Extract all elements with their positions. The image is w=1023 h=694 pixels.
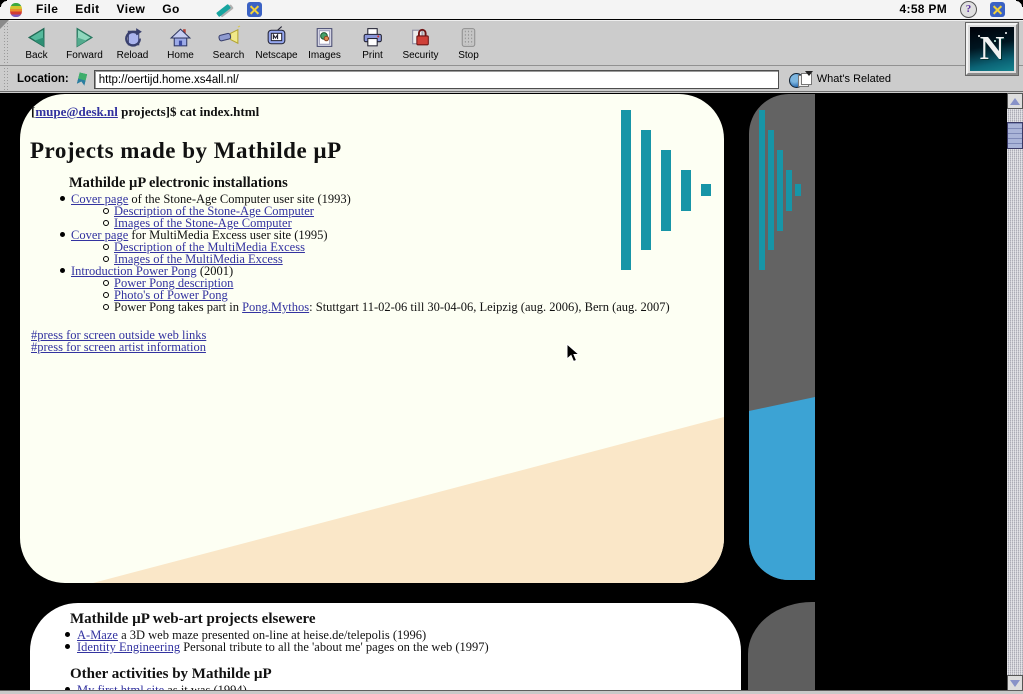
screen: File Edit View Go 4:58 PM ? Back <box>0 0 1023 694</box>
stop-icon <box>455 25 482 50</box>
search-icon <box>215 25 242 50</box>
back-button[interactable]: Back <box>14 21 59 65</box>
scroll-down-button[interactable] <box>1007 675 1023 691</box>
forward-button[interactable]: Forward <box>62 21 107 65</box>
equalizer-bar <box>795 184 801 196</box>
stop-button[interactable]: Stop <box>446 21 491 65</box>
back-label: Back <box>25 51 47 61</box>
artist-information-link[interactable]: #press for screen artist information <box>31 341 724 353</box>
netscape-logo-button[interactable]: N <box>966 23 1018 75</box>
reload-icon <box>119 25 146 50</box>
my-netscape-icon <box>263 25 290 50</box>
security-icon <box>407 25 434 50</box>
menu-go[interactable]: Go <box>162 0 179 19</box>
vertical-scrollbar[interactable] <box>1006 93 1023 691</box>
menu-edit[interactable]: Edit <box>75 0 99 19</box>
section-title-installations: Mathilde µP electronic installations <box>69 176 724 191</box>
page-title: Projects made by Mathilde µP <box>30 139 724 163</box>
security-label: Security <box>402 51 438 61</box>
equalizer-bar <box>759 110 765 270</box>
screen-corner <box>0 0 7 7</box>
app-star-icon[interactable] <box>247 2 262 17</box>
identity-engineering-link[interactable]: Identity Engineering <box>77 640 180 654</box>
toolbar-collapse-tab[interactable] <box>0 20 9 29</box>
equalizer-bar <box>786 170 792 211</box>
menu-view[interactable]: View <box>117 0 146 19</box>
images-label: Images <box>308 51 341 61</box>
terminal-line: [mupe@desk.nl projects]$ cat index.html <box>31 105 724 119</box>
equalizer-bar <box>777 150 783 231</box>
print-button[interactable]: Print <box>350 21 395 65</box>
application-menu-icon[interactable] <box>990 2 1005 17</box>
footer-links: #press for screen outside web links #pre… <box>31 329 724 353</box>
list-item: Power Pong takes part in Pong.Mythos: St… <box>20 301 724 313</box>
home-button[interactable]: Home <box>158 21 203 65</box>
print-icon <box>359 25 386 50</box>
security-button[interactable]: Security <box>398 21 443 65</box>
page-content: [mupe@desk.nl projects]$ cat index.html … <box>0 93 1023 691</box>
scroll-up-icon <box>1010 98 1020 105</box>
location-bar: Location: What's Related <box>0 67 1023 92</box>
reload-button[interactable]: Reload <box>110 21 155 65</box>
back-icon <box>23 25 50 50</box>
location-bar-grip[interactable] <box>2 68 11 90</box>
window-bottom-edge <box>0 690 1023 694</box>
location-label: Location: <box>17 73 69 85</box>
bookmark-icon[interactable] <box>75 72 89 87</box>
list-item: Identity Engineering Personal tribute to… <box>30 641 741 653</box>
main-card: [mupe@desk.nl projects]$ cat index.html … <box>20 94 724 583</box>
section-title-web-art: Mathilde µP web-art projects elsewere <box>70 612 741 627</box>
forward-icon <box>71 25 98 50</box>
search-button[interactable]: Search <box>206 21 251 65</box>
search-label: Search <box>213 51 245 61</box>
menu-file[interactable]: File <box>36 0 58 19</box>
browser-window: Back Forward Reload <box>0 20 1023 694</box>
email-link[interactable]: mupe@desk.nl <box>35 104 118 119</box>
pencil-menu-icon[interactable] <box>215 2 233 18</box>
images-icon <box>311 25 338 50</box>
whats-related-globe-icon <box>789 71 813 88</box>
equalizer-graphic-small <box>759 110 801 270</box>
print-label: Print <box>362 51 383 61</box>
images-button[interactable]: Images <box>302 21 347 65</box>
netscape-button[interactable]: Netscape <box>254 21 299 65</box>
scroll-down-icon <box>1010 680 1020 687</box>
menu-clock[interactable]: 4:58 PM <box>900 0 947 19</box>
scroll-up-button[interactable] <box>1007 93 1023 109</box>
home-label: Home <box>167 51 194 61</box>
screen-corner <box>1016 0 1023 7</box>
side-pill-graphic <box>749 94 815 580</box>
apple-menu-icon[interactable] <box>10 3 22 17</box>
equalizer-bar <box>768 130 774 250</box>
help-menu-icon[interactable]: ? <box>960 1 977 18</box>
netscape-logo-letter: N <box>968 25 1016 73</box>
stop-label: Stop <box>458 51 479 61</box>
menu-bar-right: 4:58 PM ? <box>900 0 1023 19</box>
netscape-label: Netscape <box>255 51 297 61</box>
projects-list: Cover page of the Stone-Age Computer use… <box>20 193 724 313</box>
menu-bar: File Edit View Go 4:58 PM ? <box>0 0 1023 20</box>
reload-label: Reload <box>117 51 149 61</box>
navigation-toolbar: Back Forward Reload <box>0 20 1023 66</box>
whats-related-label: What's Related <box>817 73 891 85</box>
bottom-card: Mathilde µP web-art projects elsewere A-… <box>30 603 741 691</box>
toolbar-grip[interactable] <box>2 23 11 63</box>
pong-mythos-link[interactable]: Pong.Mythos <box>242 300 309 314</box>
side-pill-graphic-bottom <box>748 602 815 691</box>
home-icon <box>167 25 194 50</box>
scrollbar-thumb[interactable] <box>1007 122 1023 149</box>
section-title-other-activities: Other activities by Mathilde µP <box>70 667 741 682</box>
forward-label: Forward <box>66 51 103 61</box>
whats-related-button[interactable]: What's Related <box>789 71 891 88</box>
url-input[interactable] <box>94 70 779 89</box>
